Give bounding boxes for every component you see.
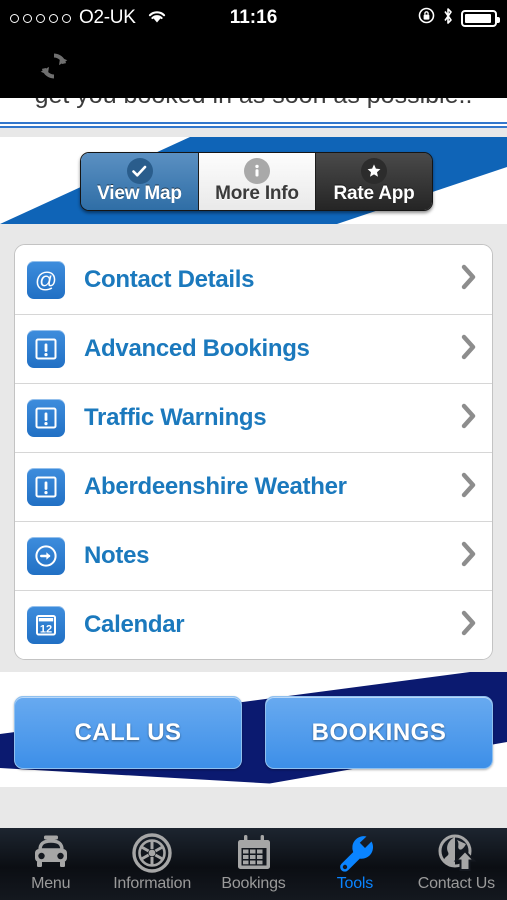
banner: View Map More Info Rate App <box>0 128 507 233</box>
signal-strength-icon <box>10 13 71 23</box>
tab-information-label: Information <box>113 875 192 892</box>
refresh-icon <box>37 49 71 88</box>
carrier-label: O2-UK <box>79 7 136 28</box>
list-item-label: Advanced Bookings <box>84 335 310 362</box>
call-us-button[interactable]: CALL US <box>14 696 242 769</box>
arrow-circle-icon <box>27 537 65 575</box>
bluetooth-icon <box>442 7 454 30</box>
list-item-label: Calendar <box>84 611 185 638</box>
calendar-icon <box>233 832 275 874</box>
tab-tools[interactable]: Tools <box>304 832 405 893</box>
action-button-strip: CALL US BOOKINGS <box>0 672 507 787</box>
tab-more-info[interactable]: More Info <box>198 153 315 210</box>
rotation-lock-icon <box>418 7 435 29</box>
bookings-label: BOOKINGS <box>311 718 447 746</box>
status-bar-right <box>418 7 500 30</box>
taxi-icon <box>27 832 75 874</box>
segmented-control[interactable]: View Map More Info Rate App <box>80 152 433 211</box>
wifi-icon <box>146 8 168 29</box>
tab-view-map-label: View Map <box>97 183 182 204</box>
check-circle-icon <box>126 158 153 184</box>
call-us-label: CALL US <box>74 718 182 746</box>
list-item-label: Traffic Warnings <box>84 404 267 431</box>
webview-clipped-text: get you booked in as soon as possible.. <box>0 98 507 110</box>
calendar-icon: 12 <box>27 606 65 644</box>
tab-bar: Menu Information Bookings Tools Contact … <box>0 828 507 900</box>
list-item-label: Notes <box>84 542 150 569</box>
tab-contact-us-label: Contact Us <box>417 875 495 892</box>
tab-bookings-label: Bookings <box>221 875 286 892</box>
status-bar: O2-UK 11:16 <box>0 0 507 36</box>
svg-text:12: 12 <box>40 623 52 635</box>
status-bar-left: O2-UK <box>10 7 168 29</box>
tab-menu[interactable]: Menu <box>0 832 101 893</box>
at-sign-icon: @ <box>27 260 65 299</box>
tab-rate-app-label: Rate App <box>333 183 415 204</box>
wrench-icon <box>334 832 376 874</box>
list-item-notes[interactable]: Notes <box>15 521 492 590</box>
tab-bookings[interactable]: Bookings <box>203 832 304 893</box>
svg-text:@: @ <box>35 267 57 292</box>
list-item-contact-details[interactable]: @ Contact Details <box>15 245 492 314</box>
chevron-right-icon <box>461 610 478 641</box>
bookings-button[interactable]: BOOKINGS <box>265 696 493 769</box>
star-circle-icon <box>361 158 387 184</box>
action-buttons: CALL US BOOKINGS <box>0 696 507 769</box>
tab-view-map[interactable]: View Map <box>81 153 198 210</box>
chevron-right-icon <box>461 334 478 365</box>
list-item-aberdeenshire-weather[interactable]: Aberdeenshire Weather <box>15 452 492 521</box>
exclamation-icon <box>27 399 65 437</box>
top-nav-bar <box>0 36 507 98</box>
webview-clipped-text-area: get you booked in as soon as possible.. <box>0 98 507 122</box>
chevron-right-icon <box>461 264 478 295</box>
tab-menu-label: Menu <box>31 875 71 892</box>
list-item-calendar[interactable]: 12 Calendar <box>15 590 492 659</box>
info-circle-icon <box>244 158 270 184</box>
list-item-advanced-bookings[interactable]: Advanced Bookings <box>15 314 492 383</box>
tab-rate-app[interactable]: Rate App <box>315 153 432 210</box>
globe-arrow-icon <box>435 832 477 874</box>
tab-information[interactable]: Information <box>101 832 202 893</box>
tab-tools-label: Tools <box>336 875 374 892</box>
tab-more-info-label: More Info <box>215 183 299 204</box>
chevron-right-icon <box>461 472 478 503</box>
exclamation-icon <box>27 330 65 368</box>
refresh-button[interactable] <box>34 48 74 88</box>
tab-contact-us[interactable]: Contact Us <box>406 832 507 893</box>
list-item-label: Contact Details <box>84 265 255 293</box>
list-item-label: Aberdeenshire Weather <box>84 473 347 500</box>
wheel-icon <box>131 832 173 874</box>
list-item-traffic-warnings[interactable]: Traffic Warnings <box>15 383 492 452</box>
banner-bottom-edge <box>0 224 507 233</box>
chevron-right-icon <box>461 541 478 572</box>
tools-card: @ Contact Details Advanced Bookings Traf… <box>14 244 493 660</box>
battery-icon <box>461 9 500 27</box>
tools-list-area: @ Contact Details Advanced Bookings Traf… <box>0 233 507 660</box>
chevron-right-icon <box>461 403 478 434</box>
exclamation-icon <box>27 468 65 506</box>
